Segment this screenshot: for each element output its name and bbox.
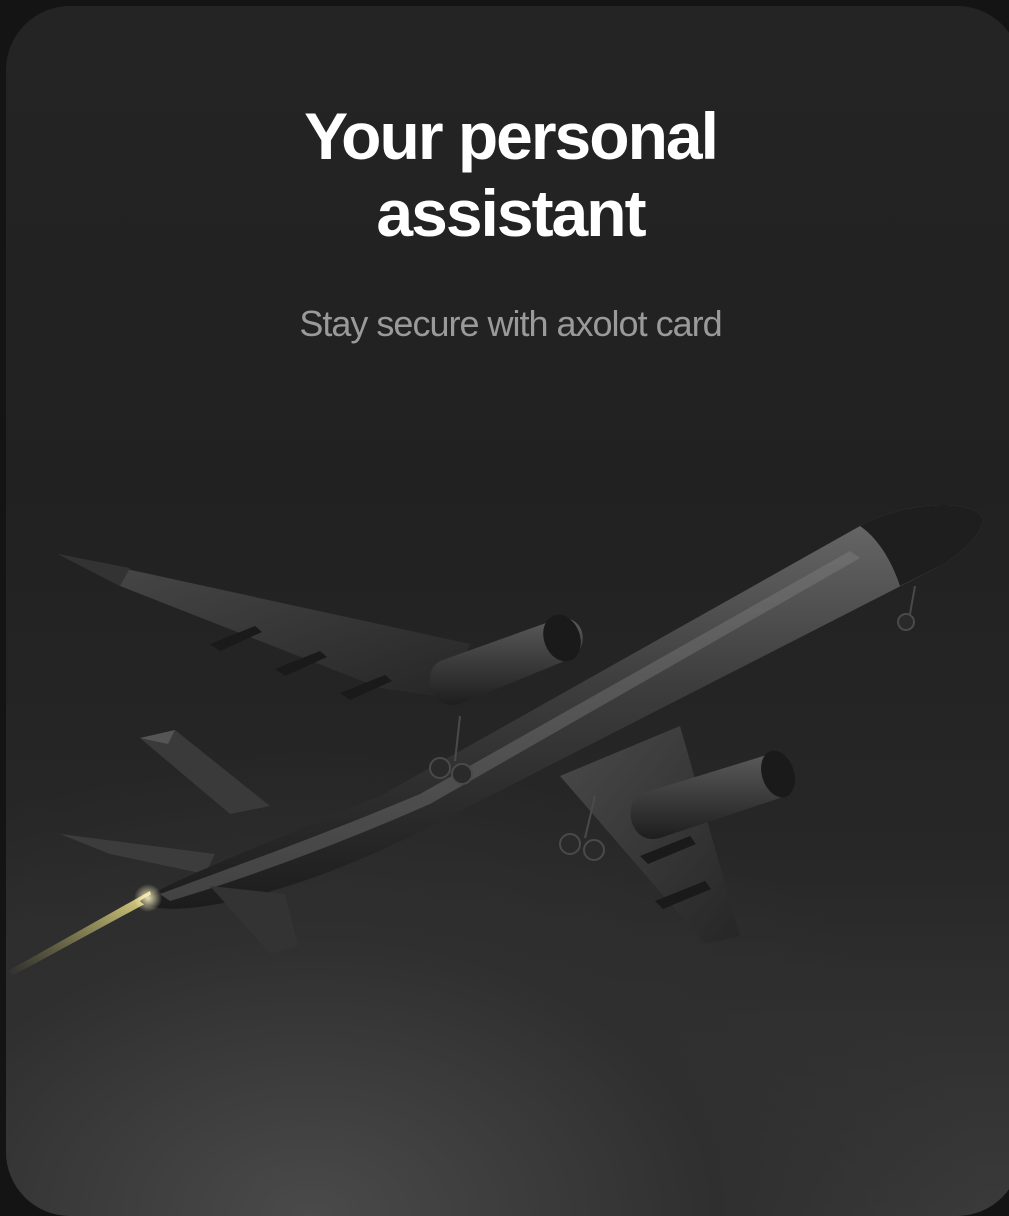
card-subtitle: Stay secure with axolot card xyxy=(299,303,722,344)
card-title-line-1: Your personal xyxy=(304,99,719,173)
promo-card: Your personal assistant Stay secure with… xyxy=(6,6,1009,1216)
card-title-line-2: assistant xyxy=(376,176,646,250)
card-title: Your personal assistant xyxy=(6,98,1009,252)
airplane-icon xyxy=(8,504,983,976)
